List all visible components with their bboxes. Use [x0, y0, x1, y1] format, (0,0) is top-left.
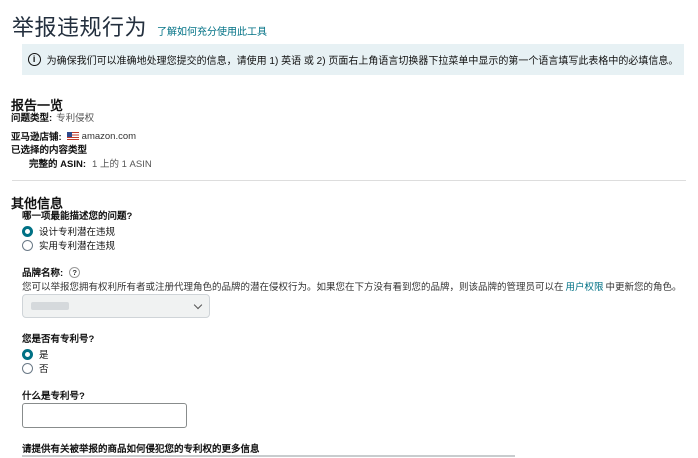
- content-type-label: 已选择的内容类型: [11, 145, 88, 156]
- brand-desc-text-end: 中更新您的角色。: [605, 282, 682, 293]
- radio-label: 设计专利潜在违规: [39, 227, 116, 238]
- radio-patent-no[interactable]: 否: [22, 361, 49, 375]
- issue-description-question: 哪一项最能描述您的问题?: [22, 211, 133, 222]
- issue-type-value: 专利侵权: [56, 113, 95, 124]
- radio-label: 否: [39, 364, 49, 375]
- content-type-row: 已选择的内容类型: [11, 142, 87, 156]
- language-notice-banner: i 为确保我们可以准确地处理您提交的信息，请使用 1) 英语 或 2) 页面右上…: [22, 44, 684, 75]
- has-patent-question: 您是否有专利号?: [22, 334, 95, 345]
- asin-value: 1 上的 1 ASIN: [92, 159, 152, 170]
- store-value: amazon.com: [81, 130, 137, 142]
- radio-button[interactable]: [22, 239, 33, 251]
- brand-select-dropdown[interactable]: [22, 294, 210, 318]
- store-row: 亚马逊店铺: amazon.com: [11, 129, 137, 144]
- radio-button-selected[interactable]: [22, 348, 33, 360]
- radio-button[interactable]: [22, 362, 33, 374]
- page-title: 举报违规行为: [12, 15, 148, 40]
- help-icon[interactable]: ?: [69, 266, 81, 278]
- title-row: 举报违规行为 了解如何充分使用此工具: [12, 10, 267, 42]
- issue-type-label: 问题类型:: [11, 113, 53, 124]
- brand-name-label: 品牌名称:: [22, 268, 64, 279]
- radio-utility-patent[interactable]: 实用专利潜在违规: [22, 238, 115, 252]
- radio-label: 是: [39, 350, 49, 361]
- section-divider: [12, 180, 686, 181]
- info-icon: i: [27, 53, 41, 66]
- patent-number-question: 什么是专利号?: [22, 391, 85, 402]
- radio-label: 实用专利潜在违规: [39, 241, 116, 252]
- infringement-details-question: 请提供有关被举报的商品如何侵犯您的专利权的更多信息: [22, 444, 260, 455]
- radio-button-selected[interactable]: [22, 225, 33, 237]
- brand-desc-text: 您可以举报您拥有权利所有者或注册代理角色的品牌的潜在侵权行为。如果您在下方没有看…: [22, 282, 564, 293]
- redacted-brand-value: [31, 302, 69, 310]
- issue-type-row: 问题类型: 专利侵权: [11, 110, 94, 124]
- notice-text: 为确保我们可以准确地处理您提交的信息，请使用 1) 英语 或 2) 页面右上角语…: [46, 56, 679, 67]
- radio-design-patent[interactable]: 设计专利潜在违规: [22, 224, 115, 238]
- chevron-down-icon: [193, 300, 203, 309]
- store-label: 亚马逊店铺:: [11, 132, 62, 143]
- radio-patent-yes[interactable]: 是: [22, 347, 49, 361]
- patent-number-input[interactable]: [22, 403, 187, 428]
- brand-description: 您可以举报您拥有权利所有者或注册代理角色的品牌的潜在侵权行为。如果您在下方没有看…: [22, 279, 682, 293]
- us-flag-icon: [66, 132, 79, 140]
- learn-more-link[interactable]: 了解如何充分使用此工具: [157, 23, 267, 38]
- user-permissions-link[interactable]: 用户权限: [566, 282, 604, 293]
- asin-row: 完整的 ASIN: 1 上的 1 ASIN: [29, 156, 152, 170]
- brand-name-label-row: 品牌名称: ?: [22, 265, 81, 279]
- asin-label: 完整的 ASIN:: [29, 159, 87, 170]
- textarea-top-edge[interactable]: [22, 455, 515, 457]
